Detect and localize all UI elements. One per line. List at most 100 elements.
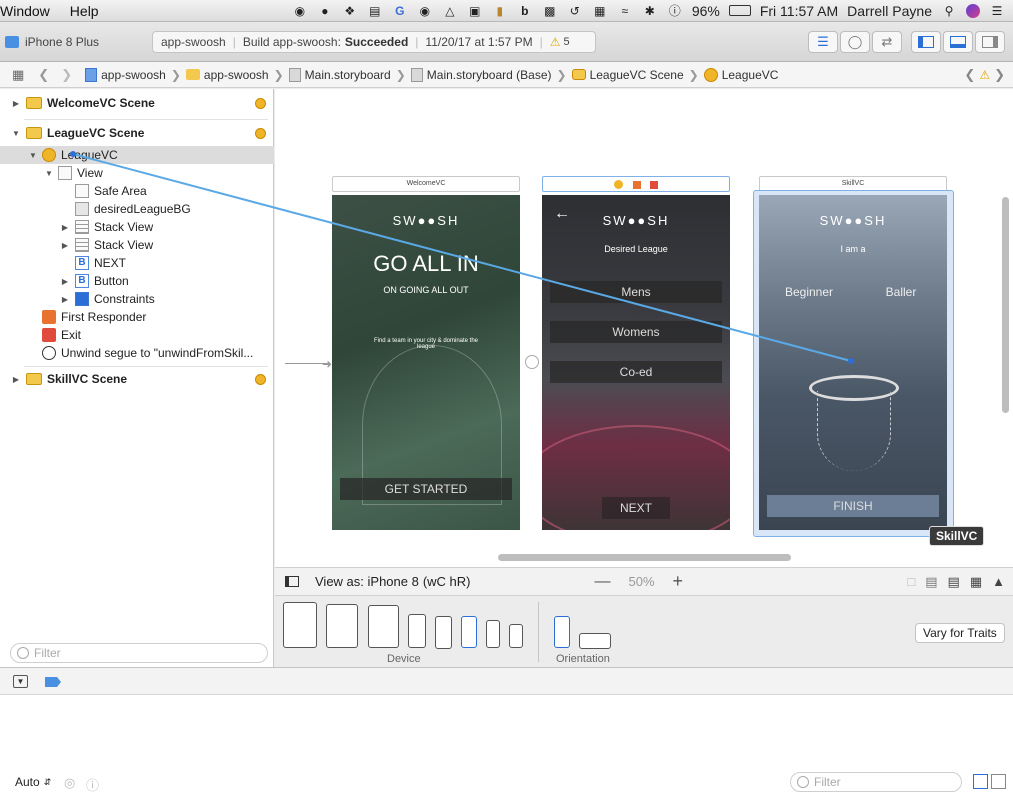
outline-filter-field[interactable]: Filter <box>10 643 268 663</box>
coed-button[interactable]: Co-ed <box>550 361 722 383</box>
device-ipad-icon[interactable] <box>368 605 399 648</box>
g-icon[interactable]: G <box>392 4 408 18</box>
disclosure-open-icon[interactable]: ▼ <box>28 151 38 160</box>
navigator-toggle-button[interactable] <box>911 31 941 53</box>
device-ipad-pro-12-icon[interactable] <box>283 602 317 648</box>
outline-welcome-scene[interactable]: ▶ WelcomeVC Scene <box>0 94 274 112</box>
outline-view[interactable]: ▼ View <box>0 164 274 182</box>
back-icon[interactable]: ❮ <box>24 67 49 83</box>
zoom-out-button[interactable]: — <box>595 573 611 591</box>
disclosure-open-icon[interactable]: ▼ <box>44 169 54 178</box>
outline-safe-area[interactable]: Safe Area <box>0 182 274 200</box>
time-machine-icon[interactable]: ↺ <box>567 4 583 18</box>
womens-button[interactable]: Womens <box>550 321 722 343</box>
segue-icon[interactable] <box>525 355 539 369</box>
search-icon[interactable]: ⚲ <box>941 4 957 18</box>
show-variables-view-icon[interactable] <box>973 774 988 789</box>
outline-league-scene[interactable]: ▼ LeagueVC Scene <box>0 124 274 142</box>
battery-icon[interactable] <box>728 5 751 16</box>
evernote-icon[interactable]: △ <box>442 4 458 18</box>
drive-icon[interactable]: ▤ <box>367 4 383 18</box>
align-icon[interactable]: ▤ <box>948 574 960 590</box>
display-icon[interactable]: ▣ <box>467 4 483 18</box>
next-button[interactable]: NEXT <box>602 497 670 519</box>
zoom-in-button[interactable]: + <box>673 571 684 592</box>
warning-count[interactable]: 5 <box>563 36 569 48</box>
device-iphone-x-icon[interactable] <box>408 614 426 648</box>
welcome-vc-screen[interactable]: SW●●SH GO ALL IN ON GOING ALL OUT Find a… <box>332 195 520 530</box>
siri-icon[interactable] <box>966 3 980 18</box>
list-icon[interactable]: ☰ <box>989 4 1005 18</box>
add-constraints-icon[interactable]: ▦ <box>970 574 982 590</box>
bookmark-icon[interactable]: ▮ <box>492 4 508 18</box>
baller-button[interactable]: Baller <box>865 285 937 299</box>
update-frames-icon[interactable]: □ <box>907 574 915 589</box>
assistant-editor-button[interactable]: ◯ <box>840 31 870 53</box>
wifi-icon[interactable]: ≈ <box>617 4 633 18</box>
related-items-icon[interactable]: ▦ <box>0 67 24 83</box>
outline-constraints[interactable]: ▶ Constraints <box>0 290 274 308</box>
beginner-button[interactable]: Beginner <box>773 285 845 299</box>
disclosure-closed-icon[interactable]: ▶ <box>60 277 70 286</box>
vary-for-traits-button[interactable]: Vary for Traits <box>915 623 1005 643</box>
embed-in-stack-icon[interactable]: ▤ <box>925 574 937 590</box>
disclosure-closed-icon[interactable]: ▶ <box>60 241 70 250</box>
next-issue-icon[interactable]: ❯ <box>994 67 1013 83</box>
crumb-scene[interactable]: LeagueVC Scene <box>569 68 687 82</box>
standard-editor-button[interactable]: ☰ <box>808 31 838 53</box>
outline-first-responder[interactable]: First Responder <box>0 308 274 326</box>
get-started-button[interactable]: GET STARTED <box>340 478 512 500</box>
outline-exit[interactable]: Exit <box>0 326 274 344</box>
orientation-portrait-icon[interactable] <box>554 616 570 648</box>
dock-vc-icon[interactable] <box>613 180 623 189</box>
dock-first-responder-icon[interactable] <box>632 181 641 189</box>
disclosure-closed-icon[interactable]: ▶ <box>60 223 70 232</box>
status-icon-1[interactable]: ◉ <box>292 4 308 18</box>
console-filter-field[interactable]: Filter <box>790 772 962 792</box>
hide-debug-area-icon[interactable]: ▼ <box>13 675 28 688</box>
debug-area-toggle-button[interactable] <box>943 31 973 53</box>
forward-icon[interactable]: ❯ <box>49 67 82 83</box>
disclosure-open-icon[interactable]: ▼ <box>11 129 21 138</box>
info-icon[interactable]: ⓘ <box>86 775 99 794</box>
welcome-scene-label[interactable]: WelcomeVC <box>332 176 520 192</box>
vertical-scrollbar[interactable] <box>1002 197 1009 413</box>
breakpoint-toggle-icon[interactable] <box>45 677 61 687</box>
device-ipad-pro-10-icon[interactable] <box>326 604 358 648</box>
b-icon[interactable]: b <box>517 4 533 18</box>
console-area[interactable]: Auto ⇵ ◎ ⓘ Filter <box>0 695 1013 800</box>
crumb-project[interactable]: app-swoosh <box>82 67 169 82</box>
horizontal-scrollbar[interactable] <box>498 554 791 561</box>
device-iphone-se-icon[interactable] <box>486 620 500 648</box>
output-selector[interactable]: Auto ⇵ <box>15 775 51 789</box>
view-as-label[interactable]: View as: iPhone 8 <box>315 574 419 589</box>
quicklook-icon[interactable]: ◎ <box>64 775 75 791</box>
disclosure-closed-icon[interactable]: ▶ <box>11 375 21 384</box>
outline-button[interactable]: ▶ B Button <box>0 272 274 290</box>
bluetooth-icon[interactable]: ✱ <box>642 4 658 18</box>
issue-warning-icon[interactable]: ⚠ <box>975 68 994 82</box>
crumb-group[interactable]: app-swoosh <box>183 68 272 82</box>
league-scene-dock[interactable] <box>542 176 730 192</box>
user-name[interactable]: Darrell Payne <box>847 3 932 19</box>
mens-button[interactable]: Mens <box>550 281 722 303</box>
orientation-landscape-icon[interactable] <box>579 633 611 649</box>
scheme-device-selector[interactable]: iPhone 8 Plus <box>0 31 105 53</box>
clock[interactable]: Fri 11:57 AM <box>760 3 838 19</box>
storyboard-canvas[interactable]: ➜ WelcomeVC SW●●SH GO ALL IN ON GOING AL… <box>275 89 1013 567</box>
outline-skill-scene[interactable]: ▶ SkillVC Scene <box>0 370 274 388</box>
crumb-viewcontroller[interactable]: LeagueVC <box>701 67 782 82</box>
finish-button[interactable]: FINISH <box>767 495 939 517</box>
dock-exit-icon[interactable] <box>650 181 659 189</box>
device-iphone-8-icon[interactable] <box>461 616 477 648</box>
outline-bg-image[interactable]: desiredLeagueBG <box>0 200 274 218</box>
device-iphone-plus-icon[interactable] <box>435 616 452 649</box>
show-console-view-icon[interactable] <box>991 774 1006 789</box>
menu-help[interactable]: Help <box>60 3 109 19</box>
outline-unwind-segue[interactable]: Unwind segue to "unwindFromSkil... <box>0 344 274 362</box>
prev-issue-icon[interactable]: ❮ <box>964 67 975 83</box>
screen-icon[interactable]: ▩ <box>542 4 558 18</box>
device-iphone-4s-icon[interactable] <box>509 624 523 648</box>
outline-next-button[interactable]: B NEXT <box>0 254 274 272</box>
crumb-storyboard-base[interactable]: Main.storyboard (Base) <box>408 67 555 82</box>
